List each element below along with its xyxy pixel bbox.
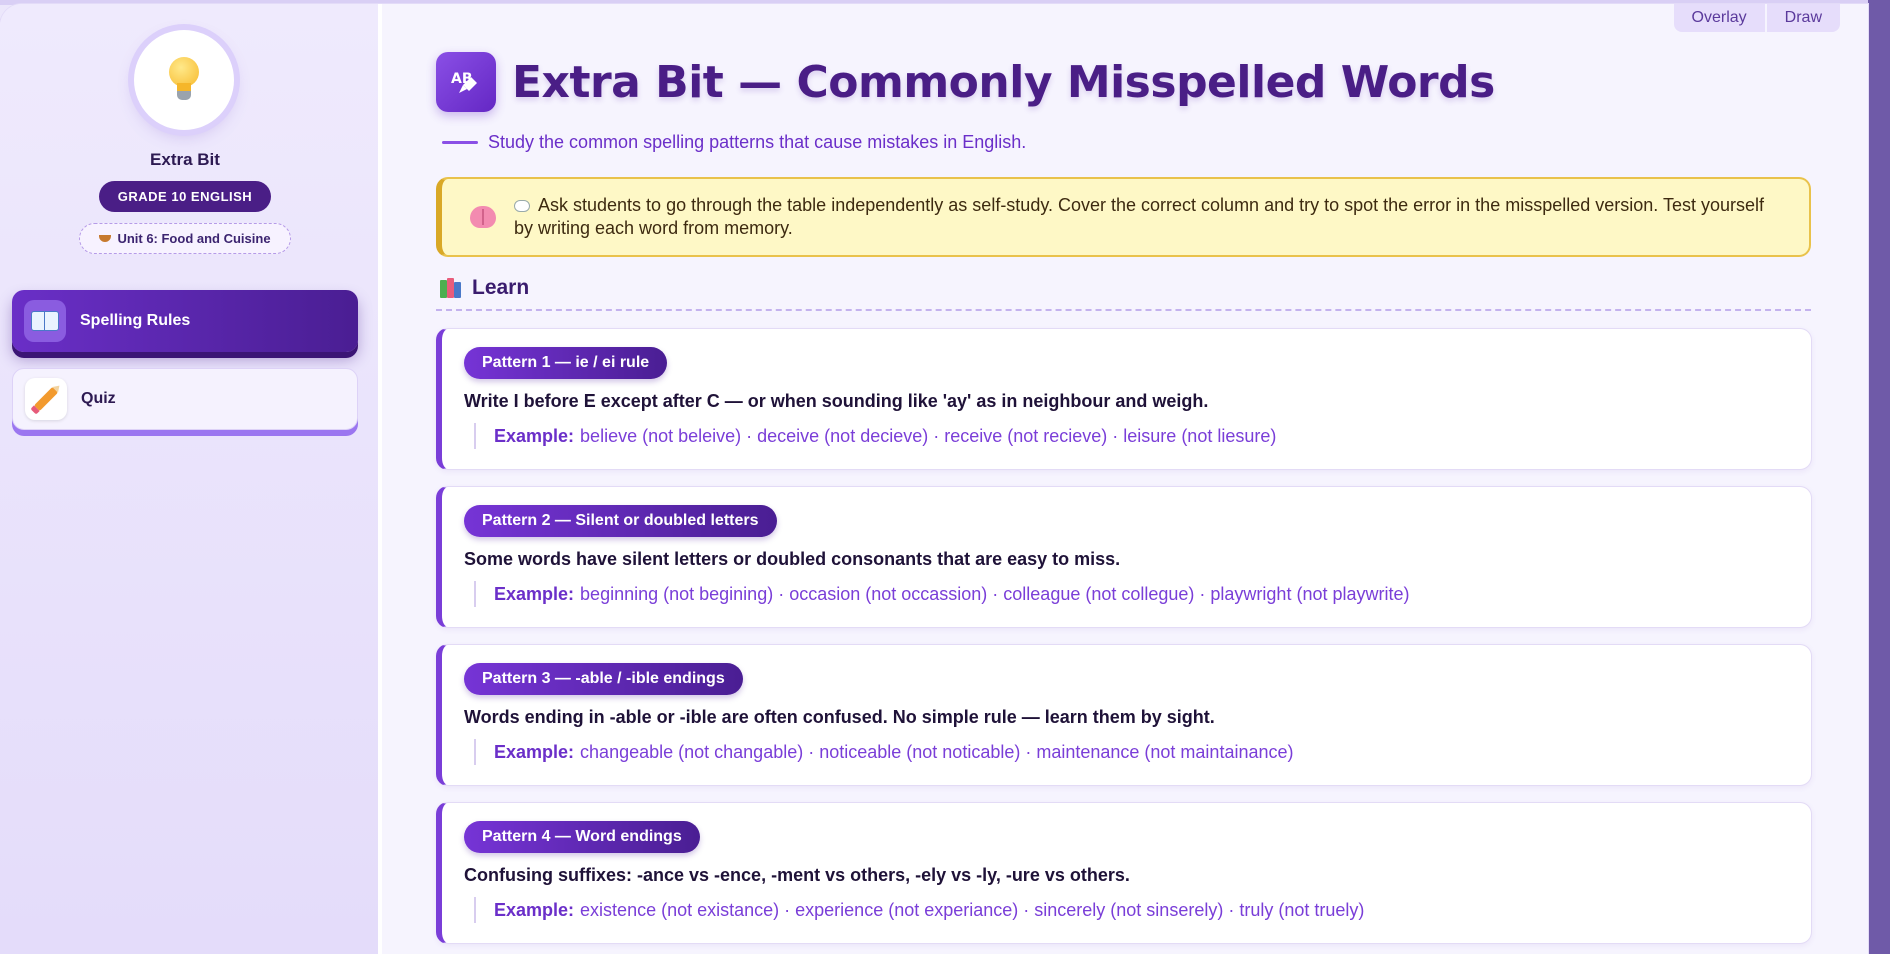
- example-text: believe (not beleive) · deceive (not dec…: [580, 425, 1277, 446]
- nav-label: Quiz: [81, 390, 116, 407]
- pattern-label: Pattern 4 — Word endings: [464, 821, 700, 853]
- pattern-card: Pattern 1 — ie / ei rule Write I before …: [436, 328, 1812, 470]
- pattern-card: Pattern 3 — -able / -ible endings Words …: [436, 644, 1812, 786]
- avatar: [134, 30, 234, 130]
- section-divider: [436, 309, 1811, 311]
- pattern-label: Pattern 2 — Silent or doubled letters: [464, 505, 777, 537]
- title-row: AB Extra Bit — Commonly Misspelled Words: [436, 52, 1495, 112]
- example-text: beginning (not begining) · occasion (not…: [580, 583, 1410, 604]
- example-text: existence (not existance) · experience (…: [580, 899, 1365, 920]
- grade-badge: GRADE 10 ENGLISH: [99, 181, 271, 212]
- overlay-toggle[interactable]: Overlay: [1673, 4, 1765, 32]
- section-header: Learn: [440, 276, 529, 300]
- subtitle-row: Study the common spelling patterns that …: [442, 132, 1026, 153]
- pattern-example: Example: beginning (not begining) · occa…: [474, 581, 1409, 607]
- pattern-rule: Words ending in -able or -ible are often…: [464, 707, 1215, 727]
- pattern-card: Pattern 2 — Silent or doubled letters So…: [436, 486, 1812, 628]
- example-label: Example:: [494, 741, 575, 762]
- mode-toggles: Overlay Draw: [1673, 4, 1840, 32]
- speech-bubble-icon: [514, 200, 530, 213]
- unit-badge-label: Unit 6: Food and Cuisine: [117, 231, 271, 246]
- example-text: changeable (not changable) · noticeable …: [580, 741, 1294, 762]
- nav-label: Spelling Rules: [80, 312, 191, 329]
- pattern-rule: Some words have silent letters or double…: [464, 549, 1121, 569]
- books-icon: [440, 278, 462, 298]
- app-frame: Extra Bit GRADE 10 ENGLISH Unit 6: Food …: [0, 4, 1868, 954]
- example-label: Example:: [494, 425, 575, 446]
- pattern-label: Pattern 3 — -able / -ible endings: [464, 663, 743, 695]
- book-icon: [24, 300, 66, 342]
- pattern-example: Example: existence (not existance) · exp…: [474, 897, 1364, 923]
- pattern-example: Example: believe (not beleive) · deceive…: [474, 423, 1276, 449]
- pattern-label: Pattern 1 — ie / ei rule: [464, 347, 668, 379]
- sidebar: Extra Bit GRADE 10 ENGLISH Unit 6: Food …: [0, 4, 382, 954]
- lightbulb-icon: [169, 57, 199, 103]
- draw-toggle[interactable]: Draw: [1766, 4, 1840, 32]
- page-subtitle: Study the common spelling patterns that …: [488, 132, 1027, 152]
- section-title: Learn: [472, 276, 530, 299]
- example-label: Example:: [494, 583, 575, 604]
- pattern-rule: Write I before E except after C — or whe…: [464, 391, 1209, 411]
- page-title: Extra Bit — Commonly Misspelled Words: [512, 56, 1495, 108]
- subtitle-accent-line: [442, 141, 478, 144]
- nav-quiz[interactable]: Quiz: [12, 368, 358, 430]
- bowl-icon: [99, 235, 112, 242]
- window-edge: [1868, 0, 1890, 954]
- pattern-card: Pattern 4 — Word endings Confusing suffi…: [436, 802, 1812, 944]
- note-text: Ask students to go through the table ind…: [514, 195, 1764, 238]
- pencil-icon: [25, 378, 67, 420]
- brain-icon: [470, 206, 496, 228]
- brand-name: Extra Bit: [150, 150, 220, 169]
- pattern-rule: Confusing suffixes: -ance vs -ence, -men…: [464, 865, 1130, 885]
- teacher-note: Ask students to go through the table ind…: [436, 177, 1811, 257]
- unit-badge: Unit 6: Food and Cuisine: [79, 223, 291, 254]
- spelling-icon: AB: [436, 52, 496, 112]
- pattern-example: Example: changeable (not changable) · no…: [474, 739, 1294, 765]
- example-label: Example:: [494, 899, 575, 920]
- nav-spelling-rules[interactable]: Spelling Rules: [12, 290, 358, 352]
